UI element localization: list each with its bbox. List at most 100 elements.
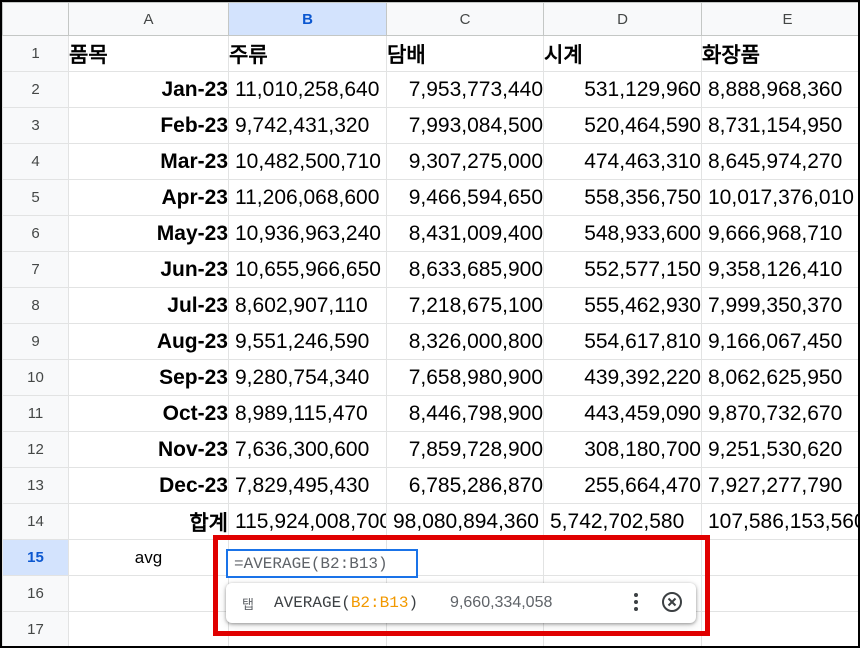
row-header-selected[interactable]: 15 xyxy=(2,539,69,576)
liquor-cell[interactable]: 8,602,907,110 xyxy=(228,287,387,324)
month-cell[interactable]: Jan-23 xyxy=(68,71,229,108)
total-label-cell[interactable]: 합계 xyxy=(68,503,229,540)
month-cell[interactable]: May-23 xyxy=(68,215,229,252)
tobacco-cell[interactable]: 8,326,000,800 xyxy=(386,323,544,360)
empty-cell[interactable] xyxy=(68,575,229,612)
cosmetics-cell[interactable]: 9,166,067,450 xyxy=(701,323,858,360)
cell-b1[interactable]: 주류 xyxy=(228,35,387,72)
cosmetics-cell[interactable]: 9,666,968,710 xyxy=(701,215,858,252)
cell-a1[interactable]: 품목 xyxy=(68,35,229,72)
cosmetics-cell[interactable]: 7,999,350,370 xyxy=(701,287,858,324)
empty-cell[interactable] xyxy=(701,575,858,612)
row-header[interactable]: 10 xyxy=(2,359,69,396)
row-header[interactable]: 6 xyxy=(2,215,69,252)
month-cell[interactable]: Sep-23 xyxy=(68,359,229,396)
suggested-formula[interactable]: AVERAGE(B2:B13) xyxy=(274,594,418,612)
month-cell[interactable]: Dec-23 xyxy=(68,467,229,504)
month-cell[interactable]: Jun-23 xyxy=(68,251,229,288)
tobacco-cell[interactable]: 9,466,594,650 xyxy=(386,179,544,216)
cosmetics-cell[interactable]: 8,888,968,360 xyxy=(701,71,858,108)
row-header[interactable]: 14 xyxy=(2,503,69,540)
row-header[interactable]: 16 xyxy=(2,575,69,612)
cell-d1[interactable]: 시계 xyxy=(543,35,702,72)
cosmetics-cell[interactable]: 8,645,974,270 xyxy=(701,143,858,180)
month-cell[interactable]: Mar-23 xyxy=(68,143,229,180)
row-header[interactable]: 5 xyxy=(2,179,69,216)
row-header[interactable]: 1 xyxy=(2,35,69,72)
cell-e15[interactable] xyxy=(701,539,858,576)
liquor-cell[interactable]: 10,482,500,710 xyxy=(228,143,387,180)
column-header-a[interactable]: A xyxy=(68,2,229,36)
tobacco-cell[interactable]: 8,446,798,900 xyxy=(386,395,544,432)
empty-cell[interactable] xyxy=(68,611,229,646)
empty-cell[interactable] xyxy=(701,611,858,646)
watch-cell[interactable]: 255,664,470 xyxy=(543,467,702,504)
cell-e1[interactable]: 화장품 xyxy=(701,35,858,72)
column-header-b[interactable]: B xyxy=(228,2,387,36)
cosmetics-cell[interactable]: 8,062,625,950 xyxy=(701,359,858,396)
liquor-cell[interactable]: 9,280,754,340 xyxy=(228,359,387,396)
watch-cell[interactable]: 443,459,090 xyxy=(543,395,702,432)
watch-cell[interactable]: 520,464,590 xyxy=(543,107,702,144)
tobacco-cell[interactable]: 7,859,728,900 xyxy=(386,431,544,468)
row-header[interactable]: 8 xyxy=(2,287,69,324)
tobacco-cell[interactable]: 6,785,286,870 xyxy=(386,467,544,504)
liquor-total-cell[interactable]: 115,924,008,700 xyxy=(228,503,387,540)
watch-cell[interactable]: 439,392,220 xyxy=(543,359,702,396)
cosmetics-cell[interactable]: 9,870,732,670 xyxy=(701,395,858,432)
watch-cell[interactable]: 548,933,600 xyxy=(543,215,702,252)
watch-total-cell[interactable]: 5,742,702,580 xyxy=(543,503,702,540)
cosmetics-cell[interactable]: 9,251,530,620 xyxy=(701,431,858,468)
row-header[interactable]: 17 xyxy=(2,611,69,646)
liquor-cell[interactable]: 11,206,068,600 xyxy=(228,179,387,216)
tobacco-total-cell[interactable]: 98,080,894,360 xyxy=(386,503,544,540)
month-cell[interactable]: Nov-23 xyxy=(68,431,229,468)
liquor-cell[interactable]: 9,551,246,590 xyxy=(228,323,387,360)
watch-cell[interactable]: 552,577,150 xyxy=(543,251,702,288)
tobacco-cell[interactable]: 7,993,084,500 xyxy=(386,107,544,144)
row-header[interactable]: 12 xyxy=(2,431,69,468)
tobacco-cell[interactable]: 8,431,009,400 xyxy=(386,215,544,252)
liquor-cell[interactable]: 10,655,966,650 xyxy=(228,251,387,288)
column-header-d[interactable]: D xyxy=(543,2,702,36)
row-header[interactable]: 9 xyxy=(2,323,69,360)
watch-cell[interactable]: 308,180,700 xyxy=(543,431,702,468)
cosmetics-cell[interactable]: 7,927,277,790 xyxy=(701,467,858,504)
tobacco-cell[interactable]: 8,633,685,900 xyxy=(386,251,544,288)
month-cell[interactable]: Aug-23 xyxy=(68,323,229,360)
formula-suggestion-popup[interactable]: 탭 AVERAGE(B2:B13) 9,660,334,058 xyxy=(226,583,696,623)
tobacco-cell[interactable]: 7,658,980,900 xyxy=(386,359,544,396)
select-all-corner[interactable] xyxy=(2,2,69,36)
row-header[interactable]: 3 xyxy=(2,107,69,144)
month-cell[interactable]: Oct-23 xyxy=(68,395,229,432)
cell-c1[interactable]: 담배 xyxy=(386,35,544,72)
close-icon[interactable] xyxy=(661,591,683,613)
liquor-cell[interactable]: 9,742,431,320 xyxy=(228,107,387,144)
liquor-cell[interactable]: 8,989,115,470 xyxy=(228,395,387,432)
month-cell[interactable]: Jul-23 xyxy=(68,287,229,324)
watch-cell[interactable]: 558,356,750 xyxy=(543,179,702,216)
formula-edit-cell[interactable]: =AVERAGE(B2:B13) xyxy=(226,549,418,578)
row-header[interactable]: 7 xyxy=(2,251,69,288)
row-header[interactable]: 4 xyxy=(2,143,69,180)
watch-cell[interactable]: 555,462,930 xyxy=(543,287,702,324)
row-header[interactable]: 2 xyxy=(2,71,69,108)
tobacco-cell[interactable]: 9,307,275,000 xyxy=(386,143,544,180)
liquor-cell[interactable]: 11,010,258,640 xyxy=(228,71,387,108)
liquor-cell[interactable]: 7,829,495,430 xyxy=(228,467,387,504)
cosmetics-cell[interactable]: 10,017,376,010 xyxy=(701,179,858,216)
liquor-cell[interactable]: 7,636,300,600 xyxy=(228,431,387,468)
tobacco-cell[interactable]: 7,953,773,440 xyxy=(386,71,544,108)
watch-cell[interactable]: 531,129,960 xyxy=(543,71,702,108)
month-cell[interactable]: Apr-23 xyxy=(68,179,229,216)
column-header-c[interactable]: C xyxy=(386,2,544,36)
more-options-icon[interactable] xyxy=(628,591,644,615)
cosmetics-total-cell[interactable]: 107,586,153,560 xyxy=(701,503,858,540)
column-header-e[interactable]: E xyxy=(701,2,858,36)
cosmetics-cell[interactable]: 9,358,126,410 xyxy=(701,251,858,288)
row-header[interactable]: 13 xyxy=(2,467,69,504)
row-header[interactable]: 11 xyxy=(2,395,69,432)
liquor-cell[interactable]: 10,936,963,240 xyxy=(228,215,387,252)
watch-cell[interactable]: 554,617,810 xyxy=(543,323,702,360)
watch-cell[interactable]: 474,463,310 xyxy=(543,143,702,180)
